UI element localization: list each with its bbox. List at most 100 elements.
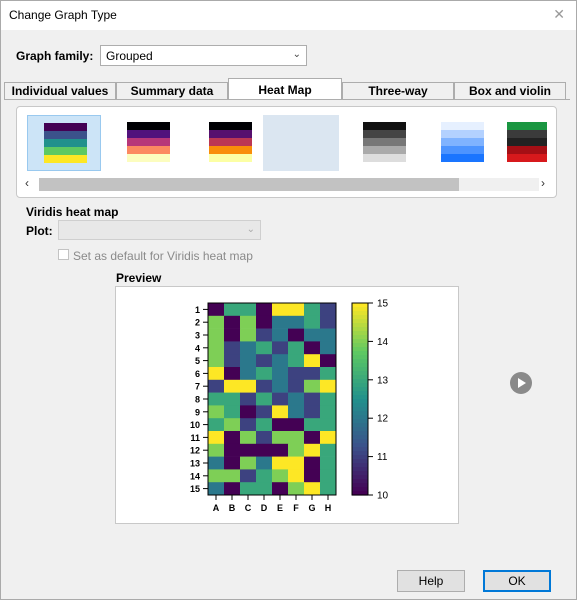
heatmap-cell [288, 354, 305, 368]
scroll-right-icon[interactable]: › [541, 176, 545, 190]
column-label: C [245, 503, 252, 513]
heatmap-cell [224, 482, 241, 496]
colorbar-tick-label: 13 [377, 375, 389, 386]
heatmap-cell [304, 482, 321, 496]
colorbar-segment [352, 311, 368, 316]
colorbar-tick-label: 12 [377, 414, 389, 425]
heatmap-cell [304, 303, 321, 317]
heatmap-cell [272, 443, 289, 457]
colorbar-segment [352, 375, 368, 380]
heatmap-cell [224, 367, 241, 381]
heatmap-cell [256, 367, 273, 381]
thumbnail-green-red[interactable] [505, 115, 549, 171]
plot-select[interactable]: ⌄ [58, 220, 261, 240]
colorbar-segment [352, 419, 368, 424]
default-checkbox[interactable] [58, 249, 69, 260]
heatmap-cell [240, 469, 257, 483]
thumbnail-viridis[interactable] [27, 115, 101, 171]
heatmap-cell [272, 328, 289, 342]
heatmap-cell [304, 341, 321, 355]
colorbar-segment [352, 427, 368, 432]
heatmap-cell [288, 482, 305, 496]
heatmap-cell [288, 443, 305, 457]
heatmap-cell [304, 431, 321, 445]
heatmap-cell [208, 469, 225, 483]
close-icon[interactable]: ✕ [553, 6, 565, 23]
heatmap-cell [224, 405, 241, 419]
heatmap-cell [320, 431, 337, 445]
heatmap-cell [208, 405, 225, 419]
swatch-cell [162, 130, 170, 138]
tab-box-and-violin[interactable]: Box and violin [454, 82, 566, 99]
default-checkbox-label: Set as default for Viridis heat map [73, 249, 253, 263]
swatch-cell [244, 122, 252, 130]
colorbar-segment [352, 331, 368, 336]
scroll-left-icon[interactable]: ‹ [25, 176, 29, 190]
colorbar-segment [352, 411, 368, 416]
heatmap-cell [208, 367, 225, 381]
heatmap-cell [208, 303, 225, 317]
tab-three-way[interactable]: Three-way [342, 82, 454, 99]
row-label: 1 [195, 305, 200, 315]
row-label: 10 [190, 420, 200, 430]
heatmap-cell [320, 354, 337, 368]
swatch-cell [540, 138, 548, 146]
heatmap-cell [256, 405, 273, 419]
column-label: D [261, 503, 268, 513]
title-bar: Change Graph Type ✕ [0, 0, 577, 30]
thumbnail-inferno[interactable] [193, 115, 267, 171]
swatch-cell [162, 138, 170, 146]
colorbar-segment [352, 367, 368, 372]
graph-family-label: Graph family: [16, 49, 94, 63]
graph-family-value: Grouped [106, 49, 153, 63]
heatmap-cell [240, 405, 257, 419]
swatch-cell [398, 122, 406, 130]
heatmap-cell [240, 341, 257, 355]
heatmap-cell [224, 341, 241, 355]
swatch-cell [244, 154, 252, 162]
tab-heat-map[interactable]: Heat Map [228, 78, 342, 100]
graph-family-select[interactable]: Grouped ⌄ [100, 45, 307, 66]
heatmap-cell [304, 315, 321, 329]
heatmap-cell [288, 418, 305, 432]
heatmap-cell [224, 469, 241, 483]
tab-summary-data[interactable]: Summary data [116, 82, 228, 99]
heatmap-cell [224, 456, 241, 470]
heatmap-cell [304, 456, 321, 470]
play-icon[interactable] [510, 372, 532, 394]
heatmap-cell [224, 328, 241, 342]
row-label: 9 [195, 407, 200, 417]
column-label: E [277, 503, 283, 513]
chevron-down-icon: ⌄ [292, 49, 301, 60]
thumbnail-grayscale[interactable] [347, 115, 421, 171]
heatmap-cell [320, 443, 337, 457]
thumbnail-magma[interactable] [111, 115, 185, 171]
row-label: 13 [190, 459, 200, 469]
heatmap-cell [288, 367, 305, 381]
swatch-cell [244, 138, 252, 146]
colorbar-segment [352, 359, 368, 364]
heatmap-cell [224, 392, 241, 406]
gallery-scrollbar[interactable]: ‹ › [22, 176, 556, 193]
heatmap-cell [240, 367, 257, 381]
help-button[interactable]: Help [397, 570, 465, 592]
scroll-thumb[interactable] [39, 178, 459, 191]
ok-button[interactable]: OK [483, 570, 551, 592]
heatmap-cell [272, 315, 289, 329]
heatmap-cell [256, 456, 273, 470]
swatch-cell [476, 154, 484, 162]
colorbar-tick-label: 11 [377, 452, 388, 463]
heatmap-cell [288, 341, 305, 355]
row-label: 7 [195, 382, 200, 392]
thumbnail-blues[interactable] [425, 115, 499, 171]
tab-individual-values[interactable]: Individual values [4, 82, 116, 99]
heatmap-cell [256, 354, 273, 368]
thumbnail-blank[interactable] [263, 115, 339, 171]
swatch-cell [398, 130, 406, 138]
heatmap-cell [208, 431, 225, 445]
swatch-cell [398, 154, 406, 162]
heatmap-cell [272, 431, 289, 445]
heatmap-cell [304, 469, 321, 483]
colorbar-segment [352, 415, 368, 420]
colorbar-tick-label: 15 [377, 299, 389, 310]
